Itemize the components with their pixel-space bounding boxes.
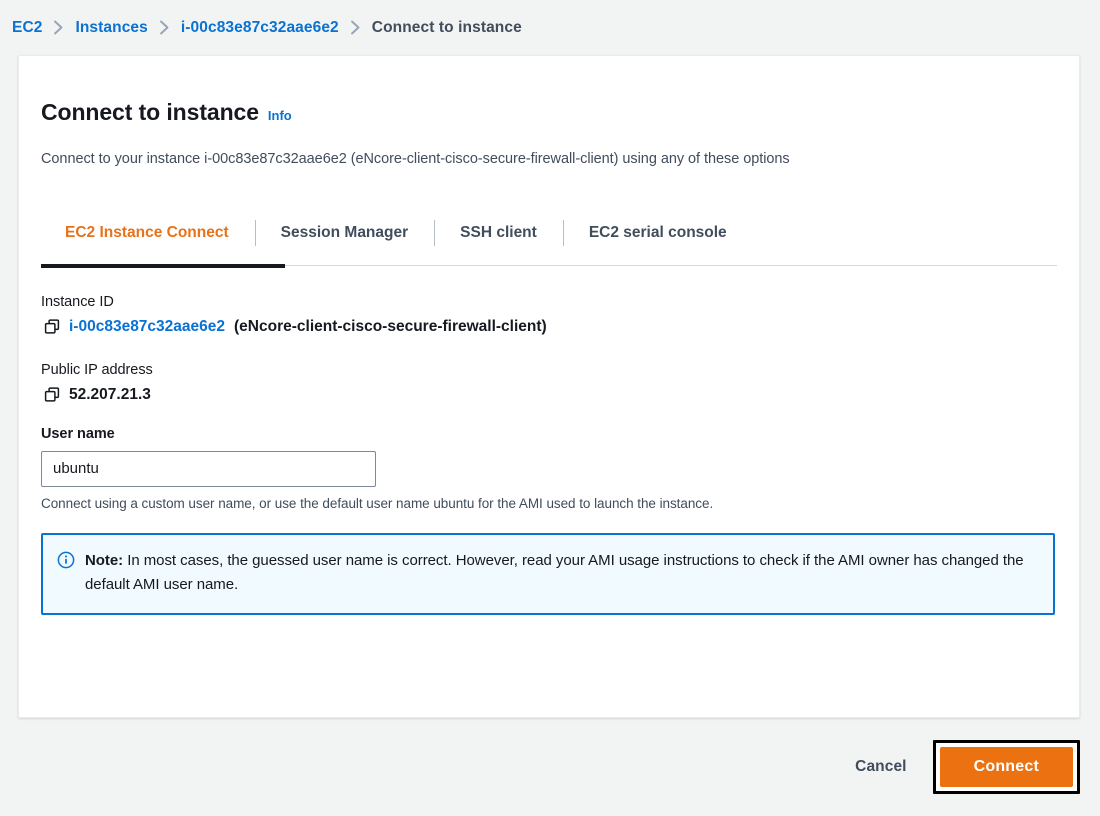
- public-ip-value: 52.207.21.3: [69, 385, 151, 403]
- info-link[interactable]: Info: [268, 108, 292, 123]
- tab-label: SSH client: [460, 223, 537, 241]
- connect-button[interactable]: Connect: [939, 747, 1073, 787]
- info-circle-icon: [57, 551, 75, 569]
- tabs: EC2 Instance Connect Session Manager SSH…: [41, 213, 1057, 268]
- active-tab-indicator: [41, 263, 285, 268]
- note-alert-body: In most cases, the guessed user name is …: [85, 551, 1024, 594]
- breadcrumb-item-ec2[interactable]: EC2: [12, 19, 42, 37]
- tab-ec2-instance-connect[interactable]: EC2 Instance Connect: [41, 213, 255, 255]
- footer-actions: Cancel Connect: [0, 730, 1100, 816]
- instance-id-link[interactable]: i-00c83e87c32aae6e2: [69, 318, 225, 336]
- tab-label: EC2 serial console: [588, 223, 727, 241]
- public-ip-value-row: 52.207.21.3: [41, 386, 1057, 404]
- tab-label: Session Manager: [280, 223, 409, 241]
- user-name-field: User name Connect using a custom user na…: [41, 426, 1057, 511]
- instance-id-value-row: i-00c83e87c32aae6e2 (eNcore-client-cisco…: [41, 318, 1057, 336]
- chevron-right-icon: [53, 20, 64, 35]
- card-header: Connect to instance Info: [41, 84, 1057, 142]
- page-title: Connect to instance: [41, 99, 259, 126]
- tab-label: EC2 Instance Connect: [65, 223, 229, 241]
- connect-button-focus-ring: Connect: [932, 740, 1080, 794]
- tabs-divider: [41, 263, 1057, 268]
- tab-session-manager[interactable]: Session Manager: [254, 213, 435, 255]
- tab-ssh-client[interactable]: SSH client: [434, 213, 563, 255]
- page-subtitle: Connect to your instance i-00c83e87c32aa…: [41, 150, 790, 167]
- user-name-label: User name: [41, 425, 115, 442]
- breadcrumb: EC2 Instances i-00c83e87c32aae6e2 Connec…: [0, 0, 1100, 55]
- chevron-right-icon: [350, 20, 361, 35]
- user-name-input[interactable]: [41, 450, 376, 487]
- copy-icon[interactable]: [44, 387, 60, 403]
- instance-id-label: Instance ID: [41, 293, 114, 310]
- note-alert-text: Note: In most cases, the guessed user na…: [85, 549, 1037, 598]
- tab-ec2-serial-console[interactable]: EC2 serial console: [562, 213, 753, 255]
- instance-name-suffix: (eNcore-client-cisco-secure-firewall-cli…: [234, 317, 547, 335]
- copy-icon[interactable]: [44, 319, 60, 335]
- connect-to-instance-card: Connect to instance Info Connect to your…: [18, 55, 1080, 718]
- breadcrumb-item-current: Connect to instance: [371, 18, 522, 36]
- public-ip-label: Public IP address: [41, 361, 153, 378]
- breadcrumb-item-instance-id[interactable]: i-00c83e87c32aae6e2: [181, 19, 339, 37]
- public-ip-field: Public IP address 52.207.21.3: [41, 362, 1057, 404]
- note-alert: Note: In most cases, the guessed user na…: [41, 532, 1055, 616]
- note-alert-title: Note:: [85, 551, 124, 569]
- chevron-right-icon: [159, 20, 170, 35]
- cancel-button[interactable]: Cancel: [843, 748, 918, 786]
- user-name-help-text: Connect using a custom user name, or use…: [41, 495, 714, 511]
- breadcrumb-item-instances[interactable]: Instances: [75, 19, 147, 37]
- instance-id-field: Instance ID i-00c83e87c32aae6e2 (eNcore-…: [41, 294, 1057, 336]
